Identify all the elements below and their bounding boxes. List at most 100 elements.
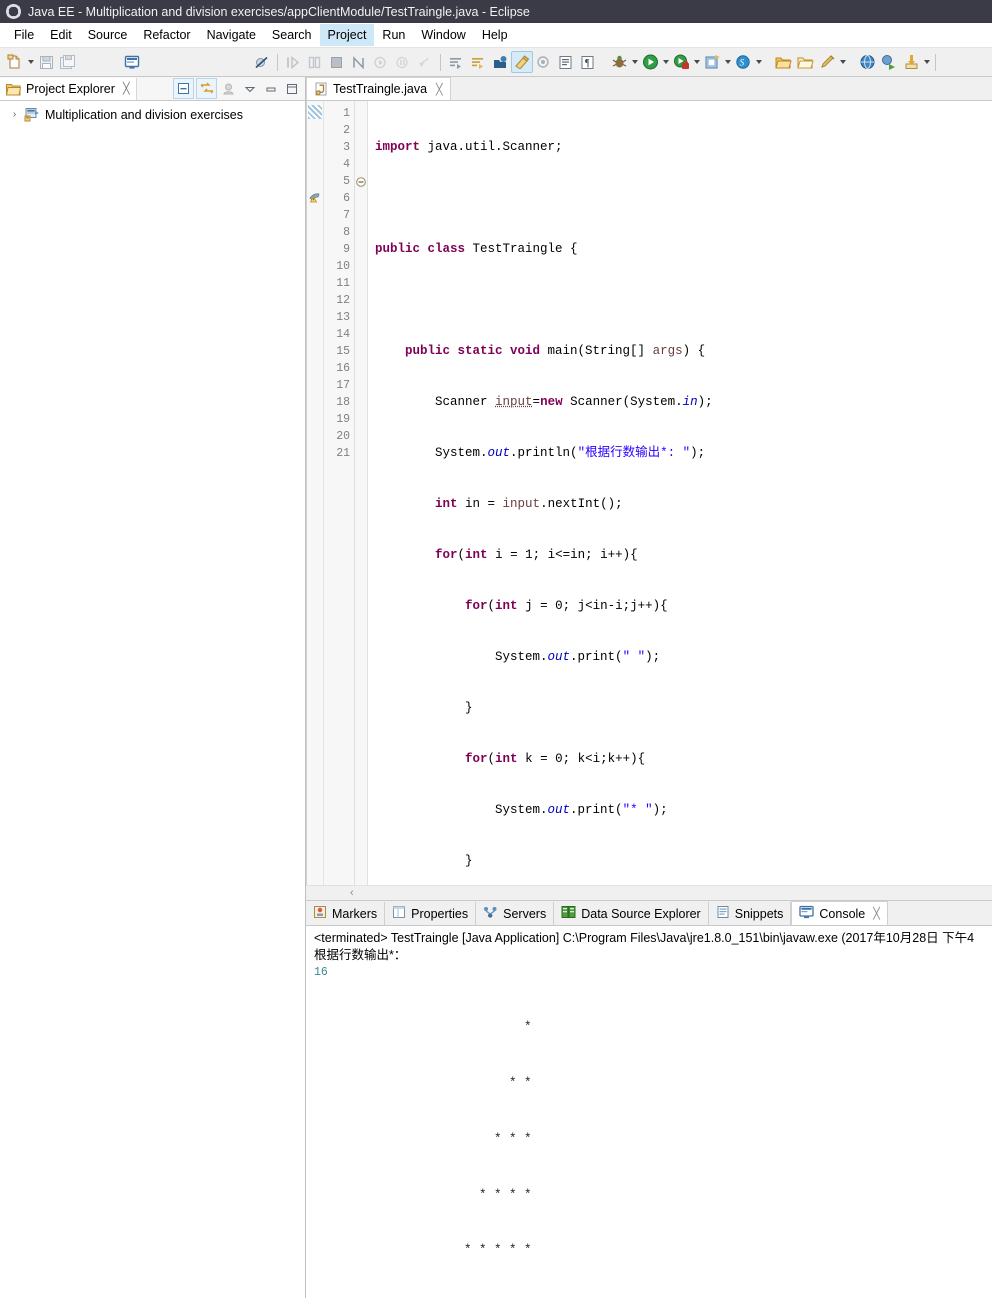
tab-project-explorer[interactable]: Project Explorer ╳ (0, 77, 137, 100)
fold-collapse-icon[interactable] (355, 173, 367, 190)
pilcrow-icon[interactable]: ¶ (577, 51, 599, 73)
warning-marker-icon[interactable] (309, 190, 322, 206)
editor-marker-bar[interactable] (307, 101, 324, 885)
link-with-editor-icon[interactable] (196, 78, 217, 99)
view-menu-icon[interactable] (240, 79, 259, 98)
deploy-icon[interactable] (878, 51, 900, 73)
resume-icon[interactable] (370, 51, 392, 73)
tab-data-source-explorer[interactable]: Data Source Explorer (554, 902, 709, 925)
open-task-icon[interactable] (445, 51, 467, 73)
open-folder-icon[interactable] (772, 51, 794, 73)
close-icon[interactable]: ╳ (123, 82, 130, 95)
console-panel: Markers Properties Servers Data Source E… (306, 900, 992, 1299)
console-view-icon[interactable] (121, 51, 143, 73)
change-marker (308, 105, 322, 119)
code-line-3: public class TestTraingle { (375, 242, 578, 256)
external-tools-icon[interactable] (816, 51, 838, 73)
main-toolbar: ¶ S (0, 47, 992, 77)
debug-dropdown[interactable] (630, 51, 639, 73)
step-over-icon[interactable] (304, 51, 326, 73)
tab-testtraingle-java[interactable]: TestTraingle.java ╳ (306, 77, 451, 100)
terminate-icon[interactable] (326, 51, 348, 73)
project-dropdown[interactable] (723, 51, 732, 73)
project-tree: › Multiplication and division exercises (0, 101, 305, 900)
import-dropdown[interactable] (922, 51, 931, 73)
search-dropdown[interactable] (754, 51, 763, 73)
tab-snippets[interactable]: Snippets (708, 902, 792, 925)
run-dropdown[interactable] (661, 51, 670, 73)
close-icon[interactable]: ╳ (873, 907, 880, 920)
editor-tabbar: TestTraingle.java ╳ (306, 77, 992, 101)
skip-breakpoints-icon[interactable] (251, 51, 273, 73)
markers-icon (313, 905, 327, 922)
new-wizard-dropdown[interactable] (26, 51, 35, 73)
tab-label: Servers (503, 906, 547, 921)
console-output[interactable]: <terminated> TestTraingle [Java Applicat… (306, 926, 992, 1299)
focus-active-task-icon[interactable] (219, 79, 238, 98)
save-all-icon[interactable] (57, 51, 79, 73)
tab-servers[interactable]: Servers (476, 902, 555, 925)
scroll-left-hint[interactable]: ‹ (350, 887, 354, 899)
menu-help[interactable]: Help (474, 24, 516, 46)
new-annotation-icon[interactable] (533, 51, 555, 73)
menu-navigate[interactable]: Navigate (199, 24, 264, 46)
code-line-15: } (375, 854, 473, 868)
suspend-icon[interactable] (392, 51, 414, 73)
tab-markers[interactable]: Markers (306, 902, 386, 925)
menu-run[interactable]: Run (374, 24, 413, 46)
step-return-icon[interactable] (414, 51, 436, 73)
eclipse-gear-icon (6, 4, 21, 19)
menu-file[interactable]: File (6, 24, 42, 46)
maximize-icon[interactable] (282, 79, 301, 98)
import-icon[interactable] (900, 51, 922, 73)
external-tools-dropdown[interactable] (838, 51, 847, 73)
close-icon[interactable]: ╳ (436, 83, 443, 96)
new-java-class-icon[interactable] (511, 51, 533, 73)
search-icon[interactable]: S (732, 51, 754, 73)
datasource-icon (561, 905, 576, 922)
new-project-icon[interactable] (701, 51, 723, 73)
tree-item-project[interactable]: › Multiplication and division exercises (0, 105, 305, 124)
code-editor[interactable]: 1234567 8 9 10 11 12 13 14 15 16 17 18 19 20 21 impo… (306, 101, 992, 885)
collapse-all-icon[interactable] (173, 78, 194, 99)
web-browser-icon[interactable] (856, 51, 878, 73)
new-wizard-icon[interactable] (4, 51, 26, 73)
menu-window[interactable]: Window (413, 24, 473, 46)
run-coverage-icon[interactable] (670, 51, 692, 73)
menu-refactor[interactable]: Refactor (135, 24, 198, 46)
tree-item-label: Multiplication and division exercises (45, 107, 244, 122)
triangle-row: * * * * * (314, 1243, 540, 1258)
console-tabbar: Markers Properties Servers Data Source E… (306, 901, 992, 926)
tab-console[interactable]: Console ╳ (791, 901, 888, 925)
minimize-icon[interactable] (261, 79, 280, 98)
triangle-row: * * * (314, 1131, 540, 1146)
debug-icon[interactable] (608, 51, 630, 73)
open-resource-icon[interactable] (794, 51, 816, 73)
code-folding-bar[interactable] (355, 101, 368, 885)
console-status-line: <terminated> TestTraingle [Java Applicat… (314, 931, 975, 945)
menu-edit[interactable]: Edit (42, 24, 80, 46)
window-title: Java EE - Multiplication and division ex… (28, 4, 530, 19)
code-line-7: System.out.println("根据行数输出*: "); (375, 446, 706, 460)
menu-search[interactable]: Search (264, 24, 320, 46)
run-icon[interactable] (639, 51, 661, 73)
menu-source[interactable]: Source (80, 24, 136, 46)
svg-text:S: S (739, 58, 744, 68)
open-type-icon[interactable] (467, 51, 489, 73)
servers-icon (483, 905, 498, 922)
new-java-package-icon[interactable] (489, 51, 511, 73)
step-into-icon[interactable] (282, 51, 304, 73)
project-explorer-panel: Project Explorer ╳ › Multiplication and … (0, 77, 306, 900)
tab-properties[interactable]: Properties (385, 902, 477, 925)
coverage-dropdown[interactable] (692, 51, 701, 73)
menu-project[interactable]: Project (319, 23, 375, 46)
editor-horizontal-scrollbar[interactable]: ‹ (306, 885, 992, 900)
open-declaration-icon[interactable] (555, 51, 577, 73)
code-line-9: for(int i = 1; i<=in; i++){ (435, 548, 638, 562)
save-icon[interactable] (35, 51, 57, 73)
chevron-right-icon[interactable]: › (10, 109, 19, 120)
code-text[interactable]: import java.util.Scanner; public class T… (368, 101, 992, 885)
tab-label: Console (819, 906, 866, 921)
disconnect-icon[interactable] (348, 51, 370, 73)
